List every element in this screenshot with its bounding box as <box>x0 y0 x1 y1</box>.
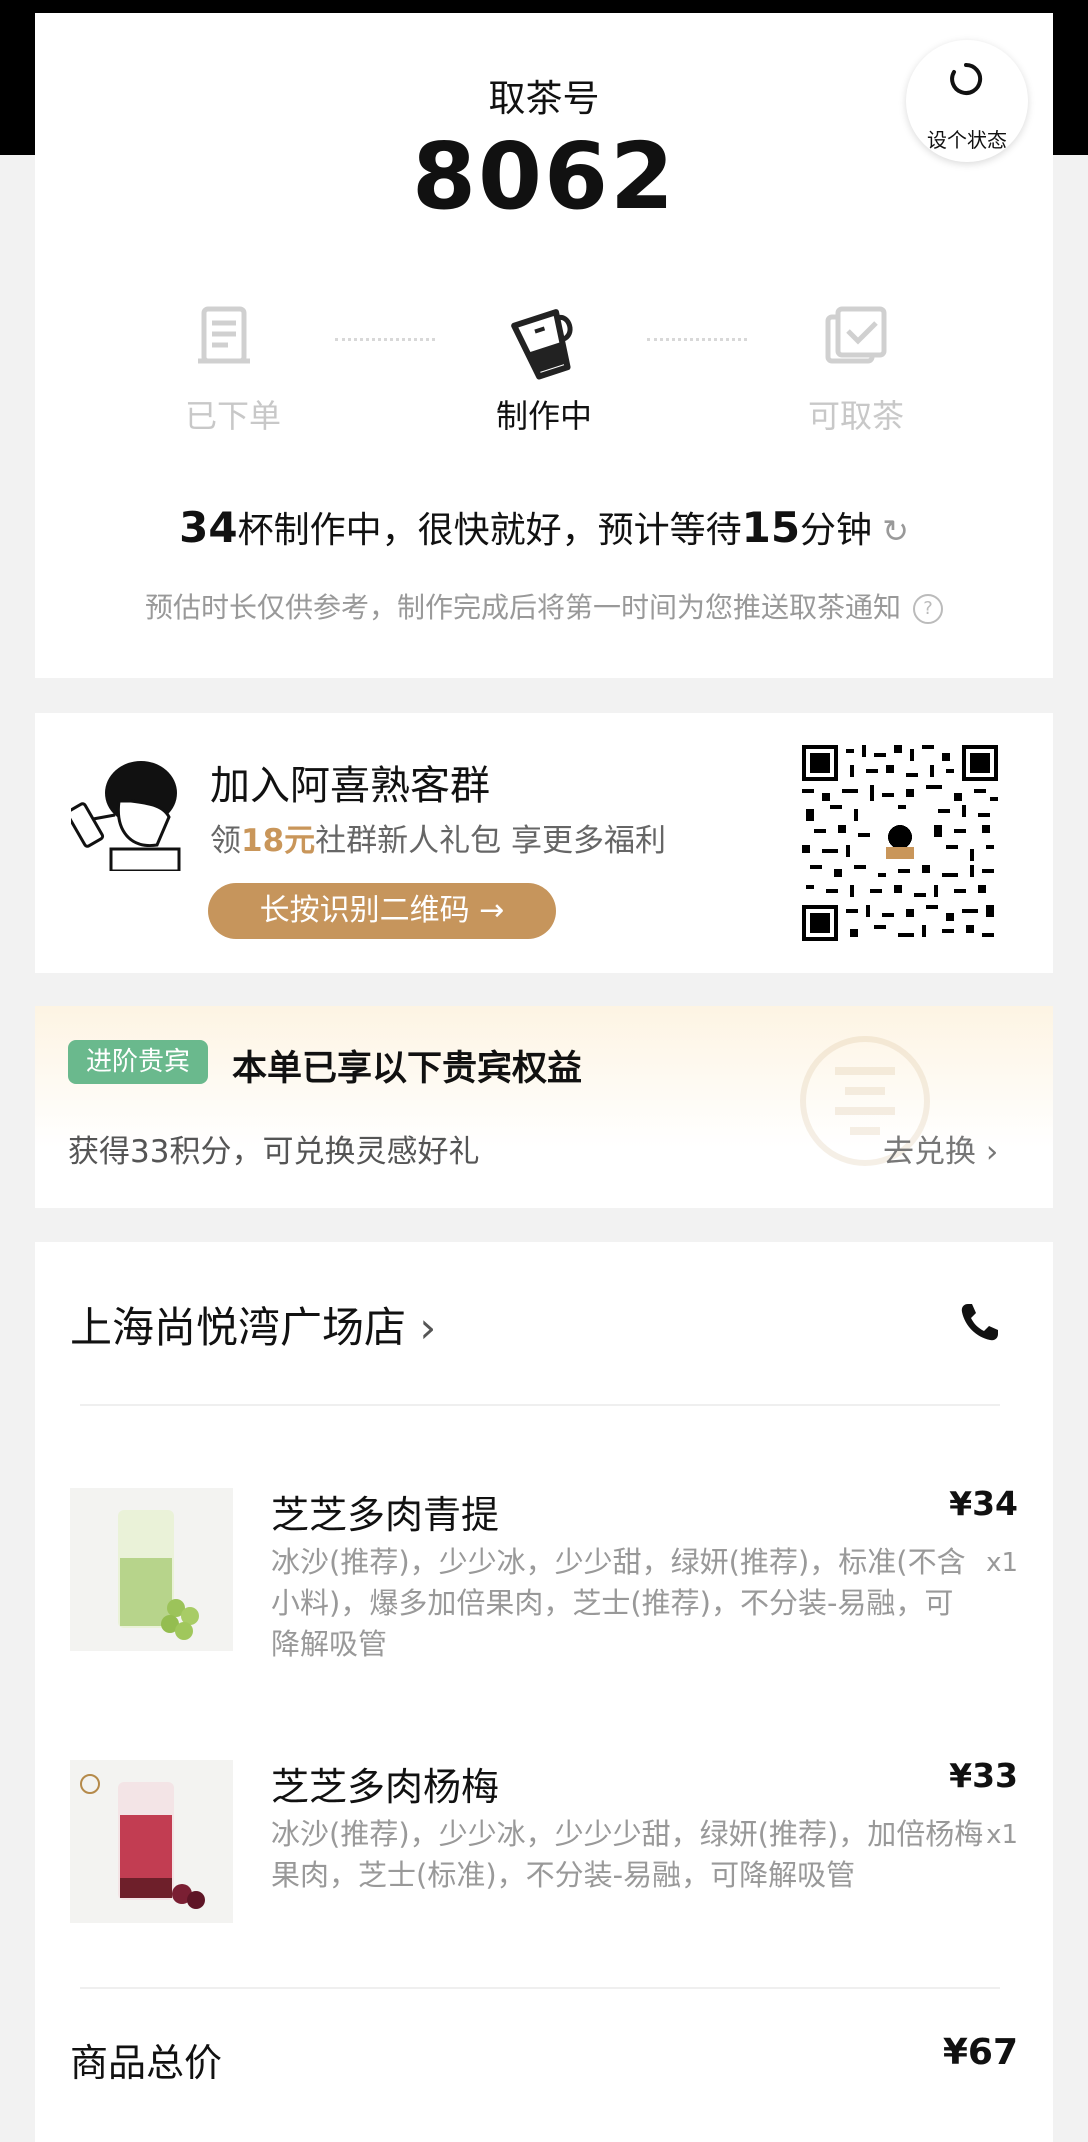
loading-ring-icon <box>950 62 983 95</box>
set-status-button[interactable]: 设个状态 <box>906 40 1028 162</box>
estimate-note: 预估时长仅供参考，制作完成后将第一时间为您推送取茶通知? <box>35 586 1053 626</box>
chevron-right-icon: › <box>985 1134 999 1170</box>
item-name: 芝芝多肉杨梅 <box>271 1765 500 1809</box>
community-card: 加入阿喜熟客群 领18元社群新人礼包 享更多福利 长按识别二维码 → <box>35 713 1053 973</box>
scan-qr-button[interactable]: 长按识别二维码 → <box>208 883 556 939</box>
step-ordered-label: 已下单 <box>184 397 281 435</box>
item-price: ¥34 <box>949 1484 1018 1523</box>
divider <box>80 1404 1000 1406</box>
receipt-icon <box>198 306 250 364</box>
vip-tier-badge: 进阶贵宾 <box>68 1040 208 1084</box>
vip-benefit: 获得33积分，可兑换灵感好礼 <box>68 1134 480 1170</box>
product-image-bayberry <box>70 1760 233 1923</box>
chevron-right-icon: › <box>419 1303 437 1352</box>
item-options: 冰沙(推荐)，少少冰，少少少甜，绿妍(推荐)，加倍杨梅果肉，芝士(标准)，不分装… <box>271 1817 984 1892</box>
product-image-grape <box>70 1488 233 1651</box>
group-subtitle: 领18元社群新人礼包 享更多福利 <box>210 823 666 859</box>
pickup-number: 8062 <box>411 123 677 230</box>
step-making-label: 制作中 <box>495 397 592 435</box>
item-name: 芝芝多肉青提 <box>271 1493 500 1537</box>
item-options: 冰沙(推荐)，少少冰，少少甜，绿妍(推荐)，标准(不含小料)，爆多加倍果肉，芝士… <box>271 1545 966 1661</box>
total-price: ¥67 <box>942 2032 1018 2073</box>
step-connector <box>647 338 747 341</box>
mascot-drinking-icon <box>71 761 181 871</box>
redeem-link[interactable]: 去兑换 › <box>883 1126 998 1171</box>
vip-card: 进阶贵宾 本单已享以下贵宾权益 获得33积分，可兑换灵感好礼 去兑换 › <box>35 1006 1053 1208</box>
step-connector <box>335 338 435 341</box>
wait-estimate: 34杯制作中，很快就好，预计等待15分钟 ↻ <box>179 503 909 552</box>
pickup-card: 取茶号 8062 设个状态 已下单 制作中 可取茶 34杯制作中，很快就好，预计… <box>35 13 1053 678</box>
refresh-icon[interactable]: ↻ <box>882 512 909 550</box>
help-icon[interactable]: ? <box>913 594 943 624</box>
store-name-link[interactable]: 上海尚悦湾广场店 › <box>70 1294 436 1355</box>
wait-minutes: 15 <box>741 503 801 552</box>
group-title: 加入阿喜熟客群 <box>210 763 490 809</box>
item-price: ¥33 <box>949 1756 1018 1795</box>
divider <box>80 1987 1000 1989</box>
shaker-cup-icon <box>511 309 573 380</box>
pickup-label: 取茶号 <box>488 77 600 120</box>
cups-in-queue: 34 <box>179 503 238 552</box>
order-detail-card: 上海尚悦湾广场店 › 芝芝多肉青提 ¥34 x1 冰沙(推荐)，少少冰，少少甜，… <box>35 1242 1053 2142</box>
step-ready-label: 可取茶 <box>807 397 904 435</box>
vip-title: 本单已享以下贵宾权益 <box>232 1049 583 1089</box>
total-label: 商品总价 <box>70 2041 223 2085</box>
qr-code[interactable] <box>802 745 998 941</box>
check-box-icon <box>825 306 887 364</box>
set-status-label: 设个状态 <box>927 128 1007 152</box>
phone-icon[interactable] <box>956 1298 1004 1346</box>
